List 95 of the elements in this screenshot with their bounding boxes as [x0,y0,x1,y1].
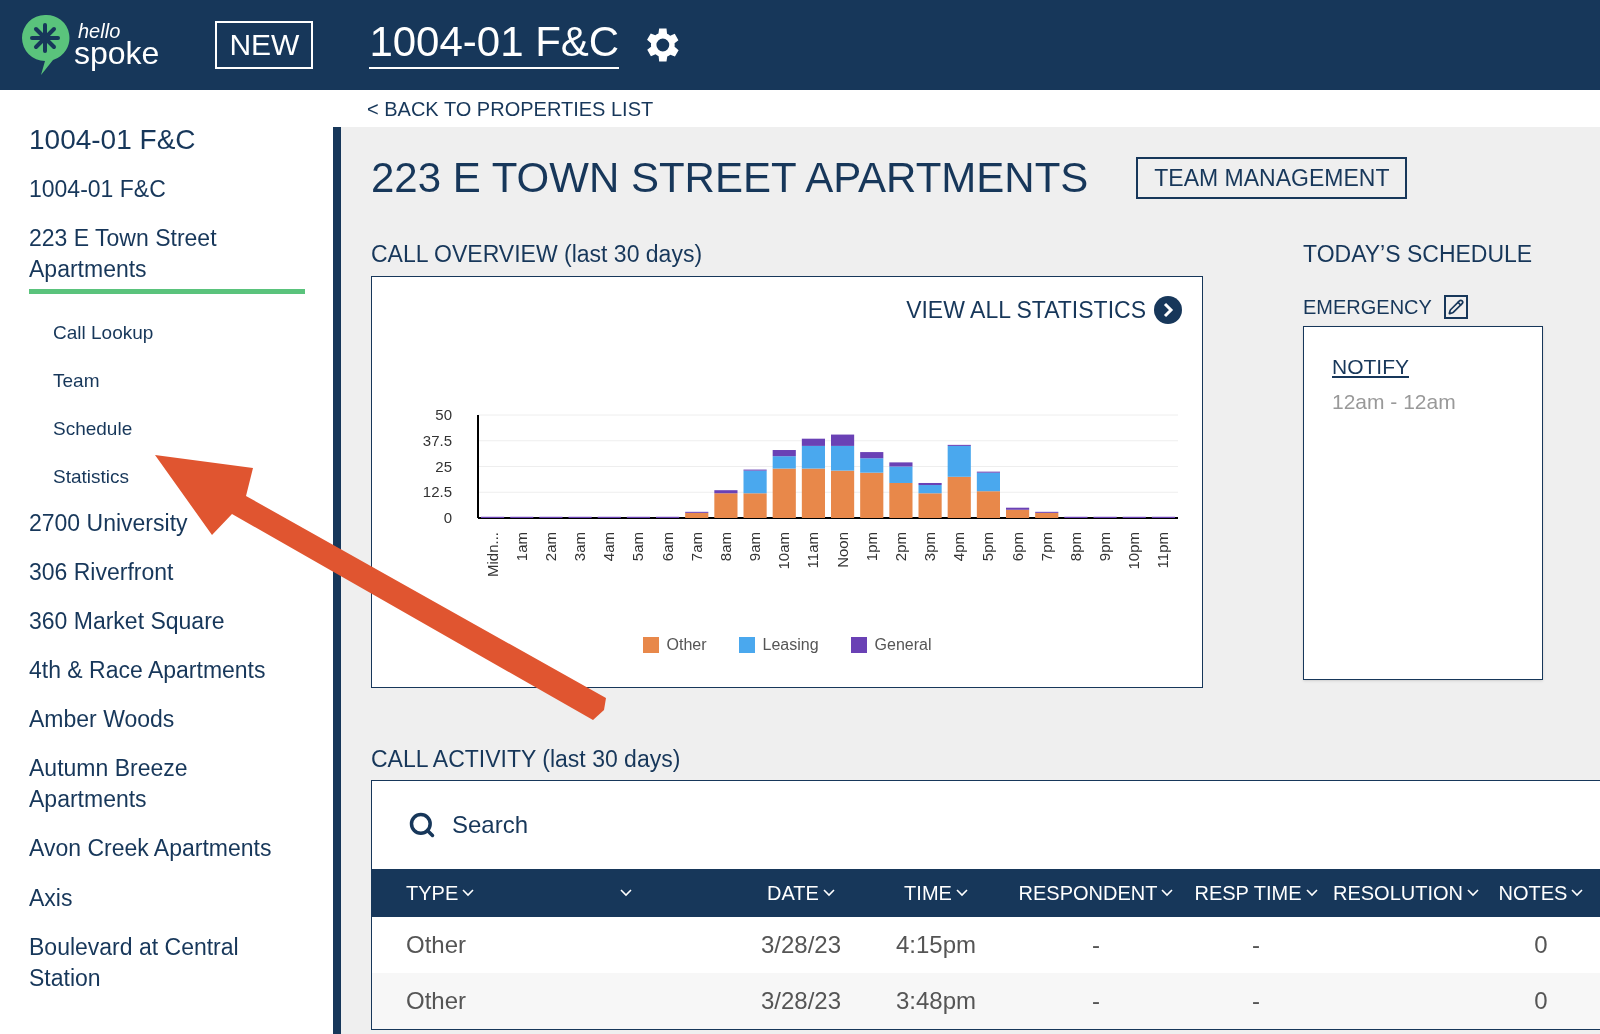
property-item[interactable]: Axis [29,882,305,914]
table-cell-text: - [1092,930,1100,960]
chevron-down-icon [1571,889,1584,897]
page-title: 223 E TOWN STREET APARTMENTS [371,157,1089,199]
column-header[interactable]: TIME [904,878,968,908]
property-item[interactable]: 1004-01 F&C [29,174,305,206]
section-title: TODAY’S SCHEDULE [1303,240,1534,269]
property-item[interactable]: Boulevard at Central Station [29,931,305,994]
legend-label: General [874,635,932,655]
property-item[interactable]: Amber Woods [29,704,305,736]
table-cell-text: 3/28/23 [760,986,842,1016]
edit-icon[interactable] [1443,294,1468,319]
section-title: CALL ACTIVITY (last 30 days) [371,744,682,774]
chevron-down-icon [955,889,968,897]
x-tick-label: 11pm [1154,532,1172,569]
chevron-down-icon [620,889,632,897]
bar-segment [976,491,1000,518]
chevron-down-icon [462,889,475,897]
sidebar-heading: 1004-01 F&C [29,126,197,154]
property-item[interactable]: 360 Market Square [29,606,305,638]
column-header[interactable]: TYPE [406,878,475,908]
sub-nav-item[interactable]: Call Lookup [53,320,305,347]
property-item[interactable]: 4th & Race Apartments [29,655,305,687]
x-tick-label: 9am [746,532,764,562]
logo-icon [20,13,70,77]
sub-nav-item[interactable]: Schedule [53,416,305,443]
y-tick-label: 12.5 [422,483,452,501]
bar-segment [743,493,767,518]
sub-nav-item[interactable]: Team [53,368,305,395]
x-tick-label: 10pm [1125,532,1143,570]
section-title: CALL OVERVIEW (last 30 days) [371,240,704,269]
column-header[interactable]: RESOLUTION [1333,878,1479,908]
table-cell-text: 4:15pm [895,930,977,960]
x-tick-label: 8pm [1066,532,1084,562]
x-tick-label: 7pm [1037,532,1055,562]
arrow-circle-icon [1154,295,1182,324]
view-statistics-link[interactable]: VIEW ALL STATISTICS [906,292,1146,327]
table-cell-text: - [1252,986,1260,1016]
property-item[interactable]: 223 E Town Street Apartments [29,223,305,295]
table-cell-text: 0 [1534,986,1548,1016]
column-header[interactable]: NOTES [1498,878,1584,908]
x-tick-label: 2pm [891,532,909,562]
back-link[interactable]: < BACK TO PROPERTIES LIST [367,93,654,124]
bar-segment [947,476,971,518]
account-link[interactable]: 1004-01 F&C [369,21,620,69]
property-item[interactable]: Avon Creek Apartments [29,833,305,865]
x-tick-label: Noon [833,532,851,568]
y-tick-label: 37.5 [422,431,452,449]
team-management-button[interactable]: TEAM MANAGEMENT [1136,157,1408,199]
sub-nav-item[interactable]: Statistics [53,464,305,491]
x-tick-label: Midn... [483,532,501,577]
x-tick-label: 8am [716,532,734,562]
property-item[interactable]: 2700 University [29,508,305,540]
y-tick-label: 0 [443,509,452,526]
y-tick-label: 25 [435,457,452,475]
x-tick-label: 1am [512,532,530,562]
table-cell-text: - [1092,986,1100,1016]
search-icon [408,811,436,839]
x-tick-label: 11am [804,532,822,569]
property-item[interactable]: 306 Riverfront [29,557,305,589]
legend-label: Other [666,635,707,655]
property-item[interactable]: Autumn Breeze Apartments [29,753,305,816]
x-tick-label: 5am [629,532,647,562]
x-tick-label: 3am [571,532,589,562]
table-cell-text: 0 [1534,930,1548,960]
search-field[interactable]: Search [452,807,852,843]
x-tick-label: 7am [687,532,705,562]
x-tick-label: 4pm [950,532,968,562]
schedule-time: 12am - 12am [1332,389,1457,415]
x-tick-label: 4am [600,532,618,562]
x-tick-label: 10am [775,532,793,570]
x-tick-label: 2am [541,532,559,562]
y-tick-label: 50 [435,406,452,423]
table-cell-text: 3:48pm [895,986,977,1016]
schedule-entry-link[interactable]: NOTIFY [1332,350,1542,382]
legend-label: Leasing [762,635,819,655]
chevron-down-icon [822,889,835,897]
x-tick-label: 1pm [862,532,880,562]
column-header[interactable]: DATE [767,878,835,908]
x-tick-label: 6am [658,532,676,562]
x-tick-label: 9pm [1096,532,1114,562]
x-tick-label: 6pm [1008,532,1026,562]
column-header[interactable]: RESP TIME [1194,878,1318,908]
column-header[interactable]: RESPONDENT [1018,878,1174,908]
table-cell-text: Other [406,986,467,1016]
chevron-down-icon [1467,889,1479,897]
chevron-down-icon [1305,889,1318,897]
table-cell-text: - [1252,930,1260,960]
x-tick-label: 5pm [979,532,997,562]
table-cell-text: Other [406,930,467,960]
table-cell-text: 3/28/23 [760,930,842,960]
new-button[interactable]: NEW [215,21,314,69]
schedule-group-label: EMERGENCY [1303,294,1432,320]
x-tick-label: 3pm [921,532,939,562]
chevron-down-icon [1161,889,1174,897]
